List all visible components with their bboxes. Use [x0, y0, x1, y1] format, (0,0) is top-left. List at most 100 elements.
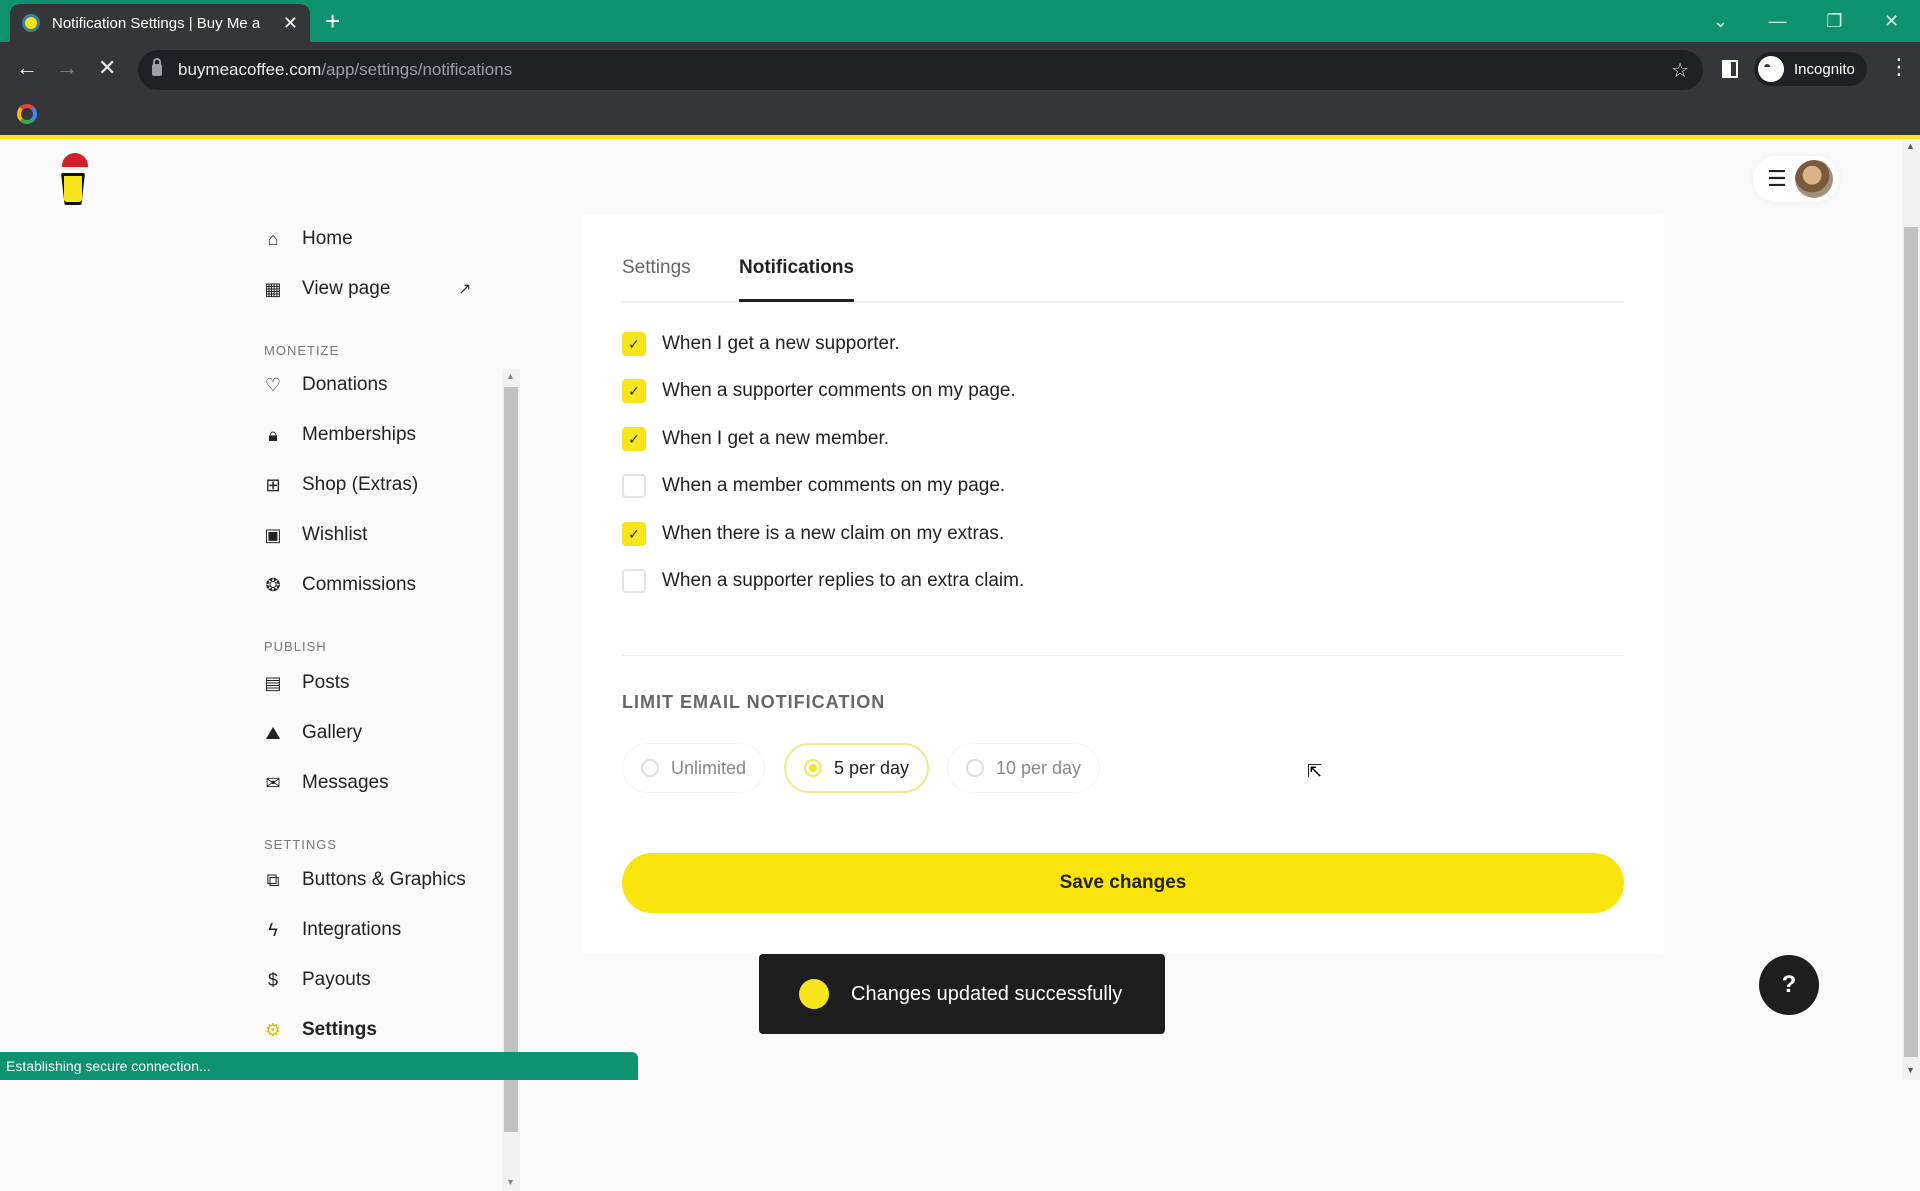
- sidebar-item-payouts[interactable]: $ Payouts: [262, 965, 371, 995]
- sidebar-item-label: Shop (Extras): [302, 474, 419, 495]
- page-scroll-thumb[interactable]: [1904, 227, 1918, 1057]
- sidebar-item-memberships[interactable]: 🔒︎ Memberships: [262, 420, 416, 450]
- toast-status-dot-icon: [799, 979, 829, 1009]
- heart-icon: ♡: [264, 374, 282, 395]
- close-tab-icon[interactable]: ✕: [283, 13, 298, 34]
- checkbox-checked[interactable]: ✓: [622, 427, 646, 451]
- radio-10-per-day[interactable]: 10 per day: [947, 743, 1101, 793]
- forward-arrow-icon[interactable]: →: [56, 55, 78, 81]
- radio-unlimited[interactable]: Unlimited: [622, 743, 766, 793]
- help-button[interactable]: ?: [1759, 955, 1819, 1015]
- checkbox-checked[interactable]: ✓: [622, 522, 646, 546]
- stop-loading-icon[interactable]: ✕: [98, 55, 116, 81]
- sidebar-item-shop-extras[interactable]: ⊞ Shop (Extras): [262, 470, 418, 500]
- sidebar-item-label: Payouts: [302, 969, 371, 990]
- notification-option[interactable]: ✓ When I get a new supporter.: [622, 331, 900, 357]
- scroll-up-arrow-icon[interactable]: ▲: [1906, 141, 1915, 151]
- google-bookmark-icon[interactable]: [17, 104, 37, 124]
- minimize-icon[interactable]: —: [1749, 11, 1806, 32]
- browser-menu-icon[interactable]: ⋮: [1888, 54, 1910, 80]
- user-menu-button[interactable]: ☰: [1753, 156, 1839, 202]
- notification-option-label: When a supporter replies to an extra cla…: [662, 570, 1025, 591]
- buymeacoffee-favicon-icon: [22, 14, 40, 32]
- tab-settings[interactable]: Settings: [622, 257, 691, 279]
- browser-tab[interactable]: Notification Settings | Buy Me a ✕: [10, 4, 310, 42]
- sidebar-item-label: Commissions: [302, 574, 417, 595]
- sidebar-item-posts[interactable]: ▤ Posts: [262, 668, 350, 698]
- handshake-icon: ❂: [265, 574, 281, 595]
- sidebar-item-commissions[interactable]: ❂ Commissions: [262, 570, 416, 600]
- sidebar-item-label: Buttons & Graphics: [302, 869, 466, 890]
- settings-tabs: Settings Notifications: [622, 245, 1624, 303]
- notification-option-label: When a member comments on my page.: [662, 475, 1006, 496]
- radio-5-per-day[interactable]: 5 per day: [784, 743, 930, 793]
- side-panel-icon[interactable]: [1722, 60, 1738, 78]
- close-window-icon[interactable]: ✕: [1863, 11, 1920, 32]
- sidebar-item-view-page[interactable]: ▦ View page ↗: [262, 274, 482, 304]
- notification-option[interactable]: ✓ When I get a new member.: [622, 426, 889, 452]
- sidebar-item-label: Donations: [302, 374, 388, 395]
- address-bar[interactable]: buymeacoffee.com/app/settings/notificati…: [138, 50, 1703, 90]
- mail-icon: ✉: [265, 772, 281, 793]
- radio-circle-icon: [966, 759, 984, 777]
- santa-hat-icon: [62, 153, 88, 171]
- scroll-down-arrow-icon[interactable]: ▼: [1906, 1065, 1915, 1075]
- external-link-icon[interactable]: ↗: [458, 279, 471, 299]
- notification-option[interactable]: ✓ When a supporter comments on my page.: [622, 378, 1016, 404]
- checkbox-unchecked[interactable]: [622, 474, 646, 498]
- scroll-up-arrow-icon[interactable]: ▲: [506, 371, 515, 381]
- image-icon: ⛰: [265, 722, 281, 743]
- sidebar-item-settings[interactable]: ⚙ Settings: [262, 1015, 377, 1045]
- sidebar-item-buttons-graphics[interactable]: ⧉ Buttons & Graphics: [262, 865, 466, 895]
- divider: [622, 655, 1624, 656]
- notification-option-label: When a supporter comments on my page.: [662, 380, 1016, 401]
- page: ☰ ⌂ Home ▦ View page ↗ MONETIZE ♡ Donati…: [0, 139, 1920, 1191]
- page-scrollbar[interactable]: ▲ ▼: [1902, 139, 1920, 1080]
- hamburger-menu-icon: ☰: [1767, 166, 1787, 191]
- checkbox-unchecked[interactable]: [622, 569, 646, 593]
- lock-icon[interactable]: [152, 58, 162, 76]
- incognito-icon: [1758, 56, 1784, 82]
- sidebar-item-label: Gallery: [302, 722, 363, 743]
- home-icon: ⌂: [267, 228, 279, 249]
- radio-label: Unlimited: [671, 757, 747, 778]
- tab-title: Notification Settings | Buy Me a: [52, 14, 261, 32]
- notification-option[interactable]: ✓ When there is a new claim on my extras…: [622, 521, 1004, 547]
- sidebar-item-donations[interactable]: ♡ Donations: [262, 370, 388, 400]
- sidebar-item-wishlist[interactable]: ▣ Wishlist: [262, 520, 367, 550]
- scroll-down-arrow-icon[interactable]: ▼: [506, 1177, 515, 1187]
- success-toast: Changes updated successfully: [759, 954, 1165, 1034]
- sidebar-scroll-thumb[interactable]: [504, 387, 518, 1132]
- notification-option-label: When I get a new member.: [662, 428, 890, 449]
- buymeacoffee-logo[interactable]: [58, 153, 88, 205]
- checkbox-checked[interactable]: ✓: [622, 379, 646, 403]
- code-window-icon: ⧉: [266, 869, 280, 890]
- checkbox-checked[interactable]: ✓: [622, 332, 646, 356]
- radio-selected-icon: [804, 759, 822, 777]
- gift-icon: ⊞: [265, 474, 281, 495]
- notification-settings-card: Settings Notifications ✓ When I get a ne…: [582, 215, 1664, 953]
- lightning-icon: ϟ: [268, 919, 278, 940]
- incognito-profile-button[interactable]: Incognito: [1754, 52, 1867, 86]
- browser-status-bar: Establishing secure connection...: [0, 1052, 638, 1080]
- sidebar-item-integrations[interactable]: ϟ Integrations: [262, 915, 401, 945]
- notification-option[interactable]: When a member comments on my page.: [622, 473, 1005, 499]
- sidebar-item-home[interactable]: ⌂ Home: [262, 224, 353, 254]
- notification-option-label: When I get a new supporter.: [662, 333, 900, 354]
- back-arrow-icon[interactable]: ←: [16, 55, 38, 81]
- bookmark-star-icon[interactable]: ☆: [1671, 58, 1689, 83]
- sidebar-item-gallery[interactable]: ⛰ Gallery: [262, 718, 362, 748]
- notification-option-label: When there is a new claim on my extras.: [662, 523, 1005, 544]
- tab-notifications[interactable]: Notifications: [739, 257, 855, 302]
- wishlist-icon: ▣: [264, 524, 282, 545]
- notification-option[interactable]: When a supporter replies to an extra cla…: [622, 568, 1024, 594]
- save-changes-button[interactable]: Save changes: [622, 853, 1624, 913]
- restore-icon[interactable]: ❐: [1806, 11, 1863, 32]
- section-label-monetize: MONETIZE: [264, 343, 340, 358]
- new-tab-button[interactable]: +: [325, 6, 340, 37]
- sidebar-item-label: Posts: [302, 672, 350, 693]
- sidebar-item-label: Memberships: [302, 424, 417, 445]
- tab-search-icon[interactable]: ⌄: [1692, 11, 1749, 32]
- sidebar-item-messages[interactable]: ✉ Messages: [262, 768, 388, 798]
- incognito-label: Incognito: [1794, 60, 1855, 78]
